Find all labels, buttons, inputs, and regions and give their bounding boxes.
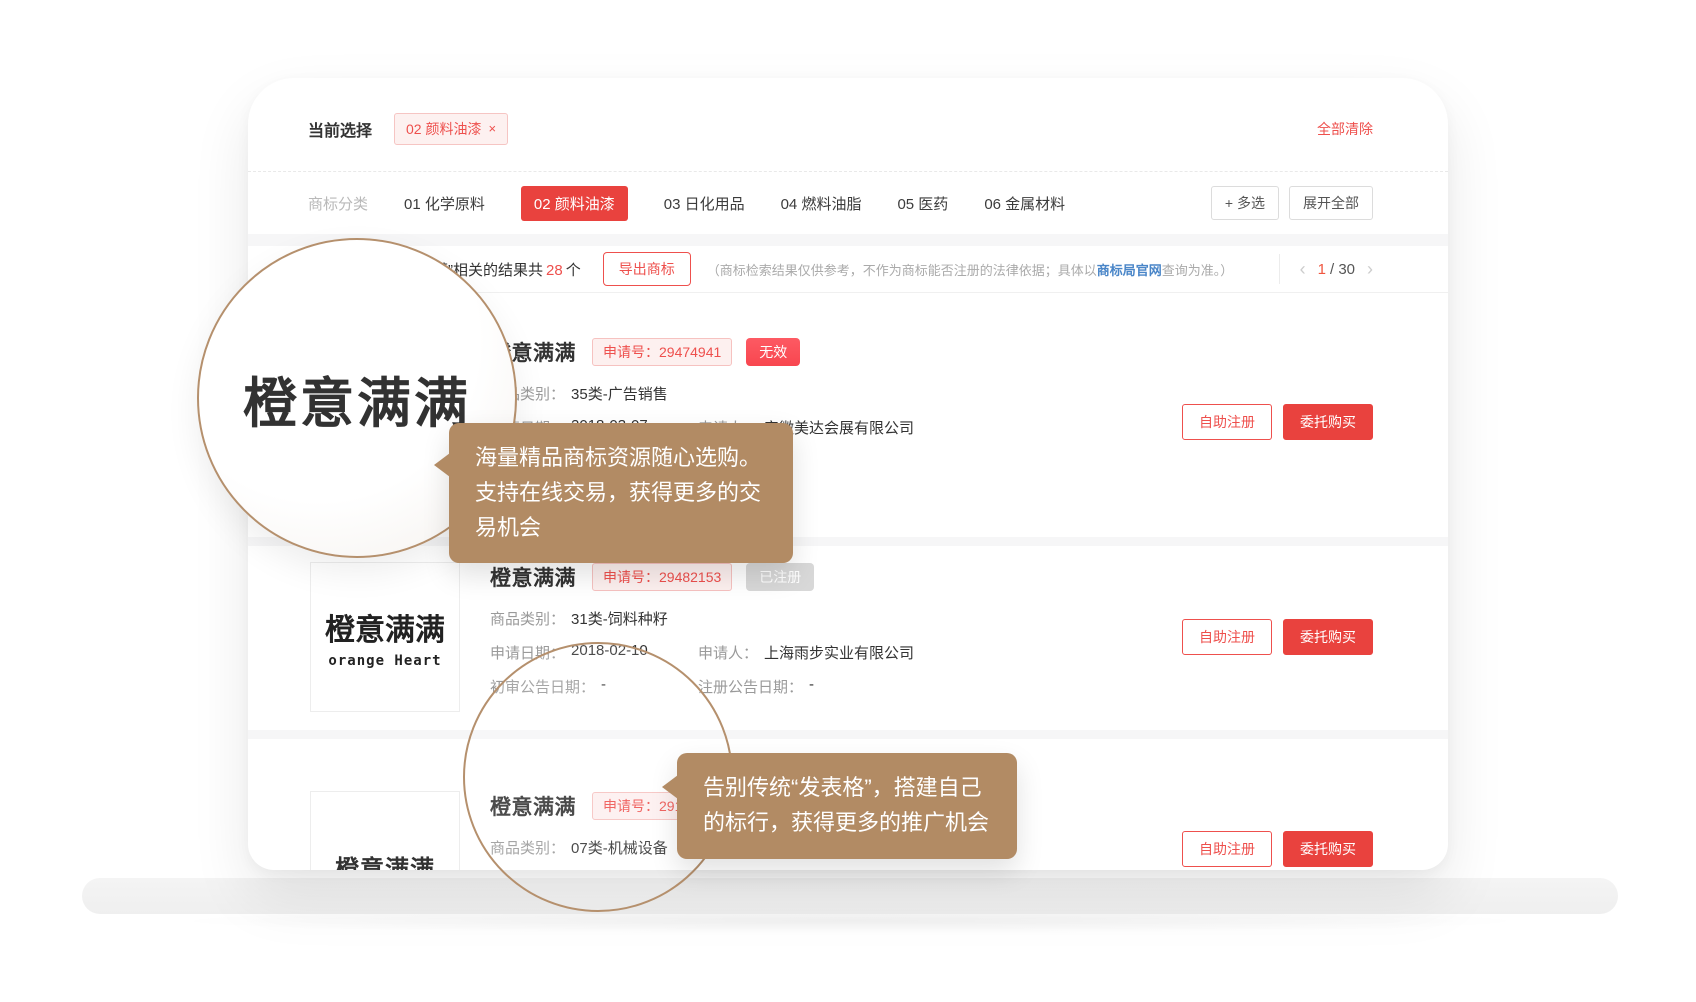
entrust-purchase-button[interactable]: 委托购买 [1283,619,1373,655]
callout-tooltip-promotion: 告别传统“发表格”，搭建自己的标行，获得更多的推广机会 [677,753,1017,859]
expand-all-button[interactable]: 展开全部 [1289,186,1373,220]
category-item-04[interactable]: 04 燃料油脂 [781,193,862,214]
results-disclaimer: （商标检索结果仅供参考，不作为商标能否注册的法律依据；具体以商标局官网查询为准。… [707,260,1234,279]
trademark-image-subtext: orange Heart [328,653,441,669]
export-trademarks-button[interactable]: 导出商标 [603,252,691,286]
field-value: 35类-广告销售 [571,383,668,404]
field-value: 上海雨步实业有限公司 [764,642,914,663]
selected-filter-tag[interactable]: 02 颜料油漆 × [394,113,508,145]
disclaimer-pre: （商标检索结果仅供参考，不作为商标能否注册的法律依据；具体以 [707,263,1097,278]
row-actions: 自助注册 委托购买 [1182,831,1373,867]
row-actions: 自助注册 委托购买 [1182,619,1373,655]
trademark-name: 橙意满满 [490,562,576,592]
field-pair: 注册公告日期：- [698,676,814,697]
status-badge: 已注册 [746,563,814,591]
total-pages: 30 [1338,261,1355,278]
application-number-label: 申请号： [603,569,659,585]
trademark-image-text: 橙意满满 [335,849,435,871]
field-pair: 申请人： 上海雨步实业有限公司 [698,642,914,663]
trademark-row: 橙意满满 orange Heart 橙意满满 申请号：29482153 已注册 … [248,546,1448,730]
trademark-title-line: 橙意满满 申请号：29482153 已注册 [490,562,1156,592]
field-value: 31类-饲料种籽 [571,608,668,629]
application-number-value: 29482153 [659,569,721,585]
filter-bar: 当前选择 02 颜料油漆 × 全部清除 [248,78,1448,172]
current-selection-label: 当前选择 [308,117,372,141]
category-bar-label: 商标分类 [308,193,368,214]
magnified-trademark-text: 橙意满满 [243,359,471,438]
trademark-office-link[interactable]: 商标局官网 [1097,263,1162,278]
current-page: 1 [1318,261,1326,278]
field-line: 商品类别： 31类-饲料种籽 [490,608,1156,629]
entrust-purchase-button[interactable]: 委托购买 [1283,831,1373,867]
disclaimer-post: 查询为准。） [1162,263,1234,278]
field-value: - [809,676,814,697]
prev-page-icon[interactable]: ‹ [1300,260,1306,278]
clear-all-button[interactable]: 全部清除 [1317,119,1373,139]
multi-select-button[interactable]: + 多选 [1211,186,1279,220]
selected-filter-tag-label: 02 颜料油漆 [406,119,481,139]
category-item-05[interactable]: 05 医药 [897,193,948,214]
field-label: 注册公告日期： [698,676,803,697]
category-item-06[interactable]: 06 金属材料 [984,193,1065,214]
application-number-tag: 申请号：29482153 [592,563,732,591]
results-summary-unit: 个 [566,262,581,279]
field-line: 商品类别：35类-广告销售 [490,383,1156,404]
self-register-button[interactable]: 自助注册 [1182,619,1272,655]
field-pair: 商品类别： 31类-饲料种籽 [490,608,668,629]
page: 当前选择 02 颜料油漆 × 全部清除 商标分类 01 化学原料 02 颜料油漆… [0,0,1696,1002]
field-label: 申请人： [698,642,758,663]
page-indicator: 1/ 30 [1318,261,1355,278]
remove-filter-icon[interactable]: × [488,121,496,136]
category-bar-actions: + 多选 展开全部 [1211,186,1373,220]
section-divider [248,234,1448,246]
application-number-label: 申请号： [603,344,659,360]
page-separator: / [1330,261,1334,278]
trademark-image: 橙意满满 [310,791,460,870]
row-actions: 自助注册 委托购买 [1182,404,1373,440]
trademark-image-text: 橙意满满 [325,605,445,649]
category-item-03[interactable]: 03 日化用品 [664,193,745,214]
callout-tooltip-marketplace: 海量精品商标资源随心选购。支持在线交易，获得更多的交易机会 [449,423,793,563]
self-register-button[interactable]: 自助注册 [1182,404,1272,440]
results-count: 28 [543,262,566,279]
application-number-value: 29474941 [659,344,721,360]
category-item-01[interactable]: 01 化学原料 [404,193,485,214]
self-register-button[interactable]: 自助注册 [1182,831,1272,867]
next-page-icon[interactable]: › [1367,260,1373,278]
field-label: 商品类别： [490,608,565,629]
application-number-tag: 申请号：29474941 [592,338,732,366]
entrust-purchase-button[interactable]: 委托购买 [1283,404,1373,440]
pagination: ‹ 1/ 30 › [1279,254,1373,284]
category-bar: 商标分类 01 化学原料 02 颜料油漆 03 日化用品 04 燃料油脂 05 … [248,172,1448,234]
laptop-base [82,878,1618,914]
category-item-02-active[interactable]: 02 颜料油漆 [521,186,628,221]
row-divider [248,730,1448,739]
trademark-image: 橙意满满 orange Heart [310,562,460,712]
trademark-title-line: 橙意满满 申请号：29474941 无效 [490,337,1156,367]
status-badge: 无效 [746,338,800,366]
